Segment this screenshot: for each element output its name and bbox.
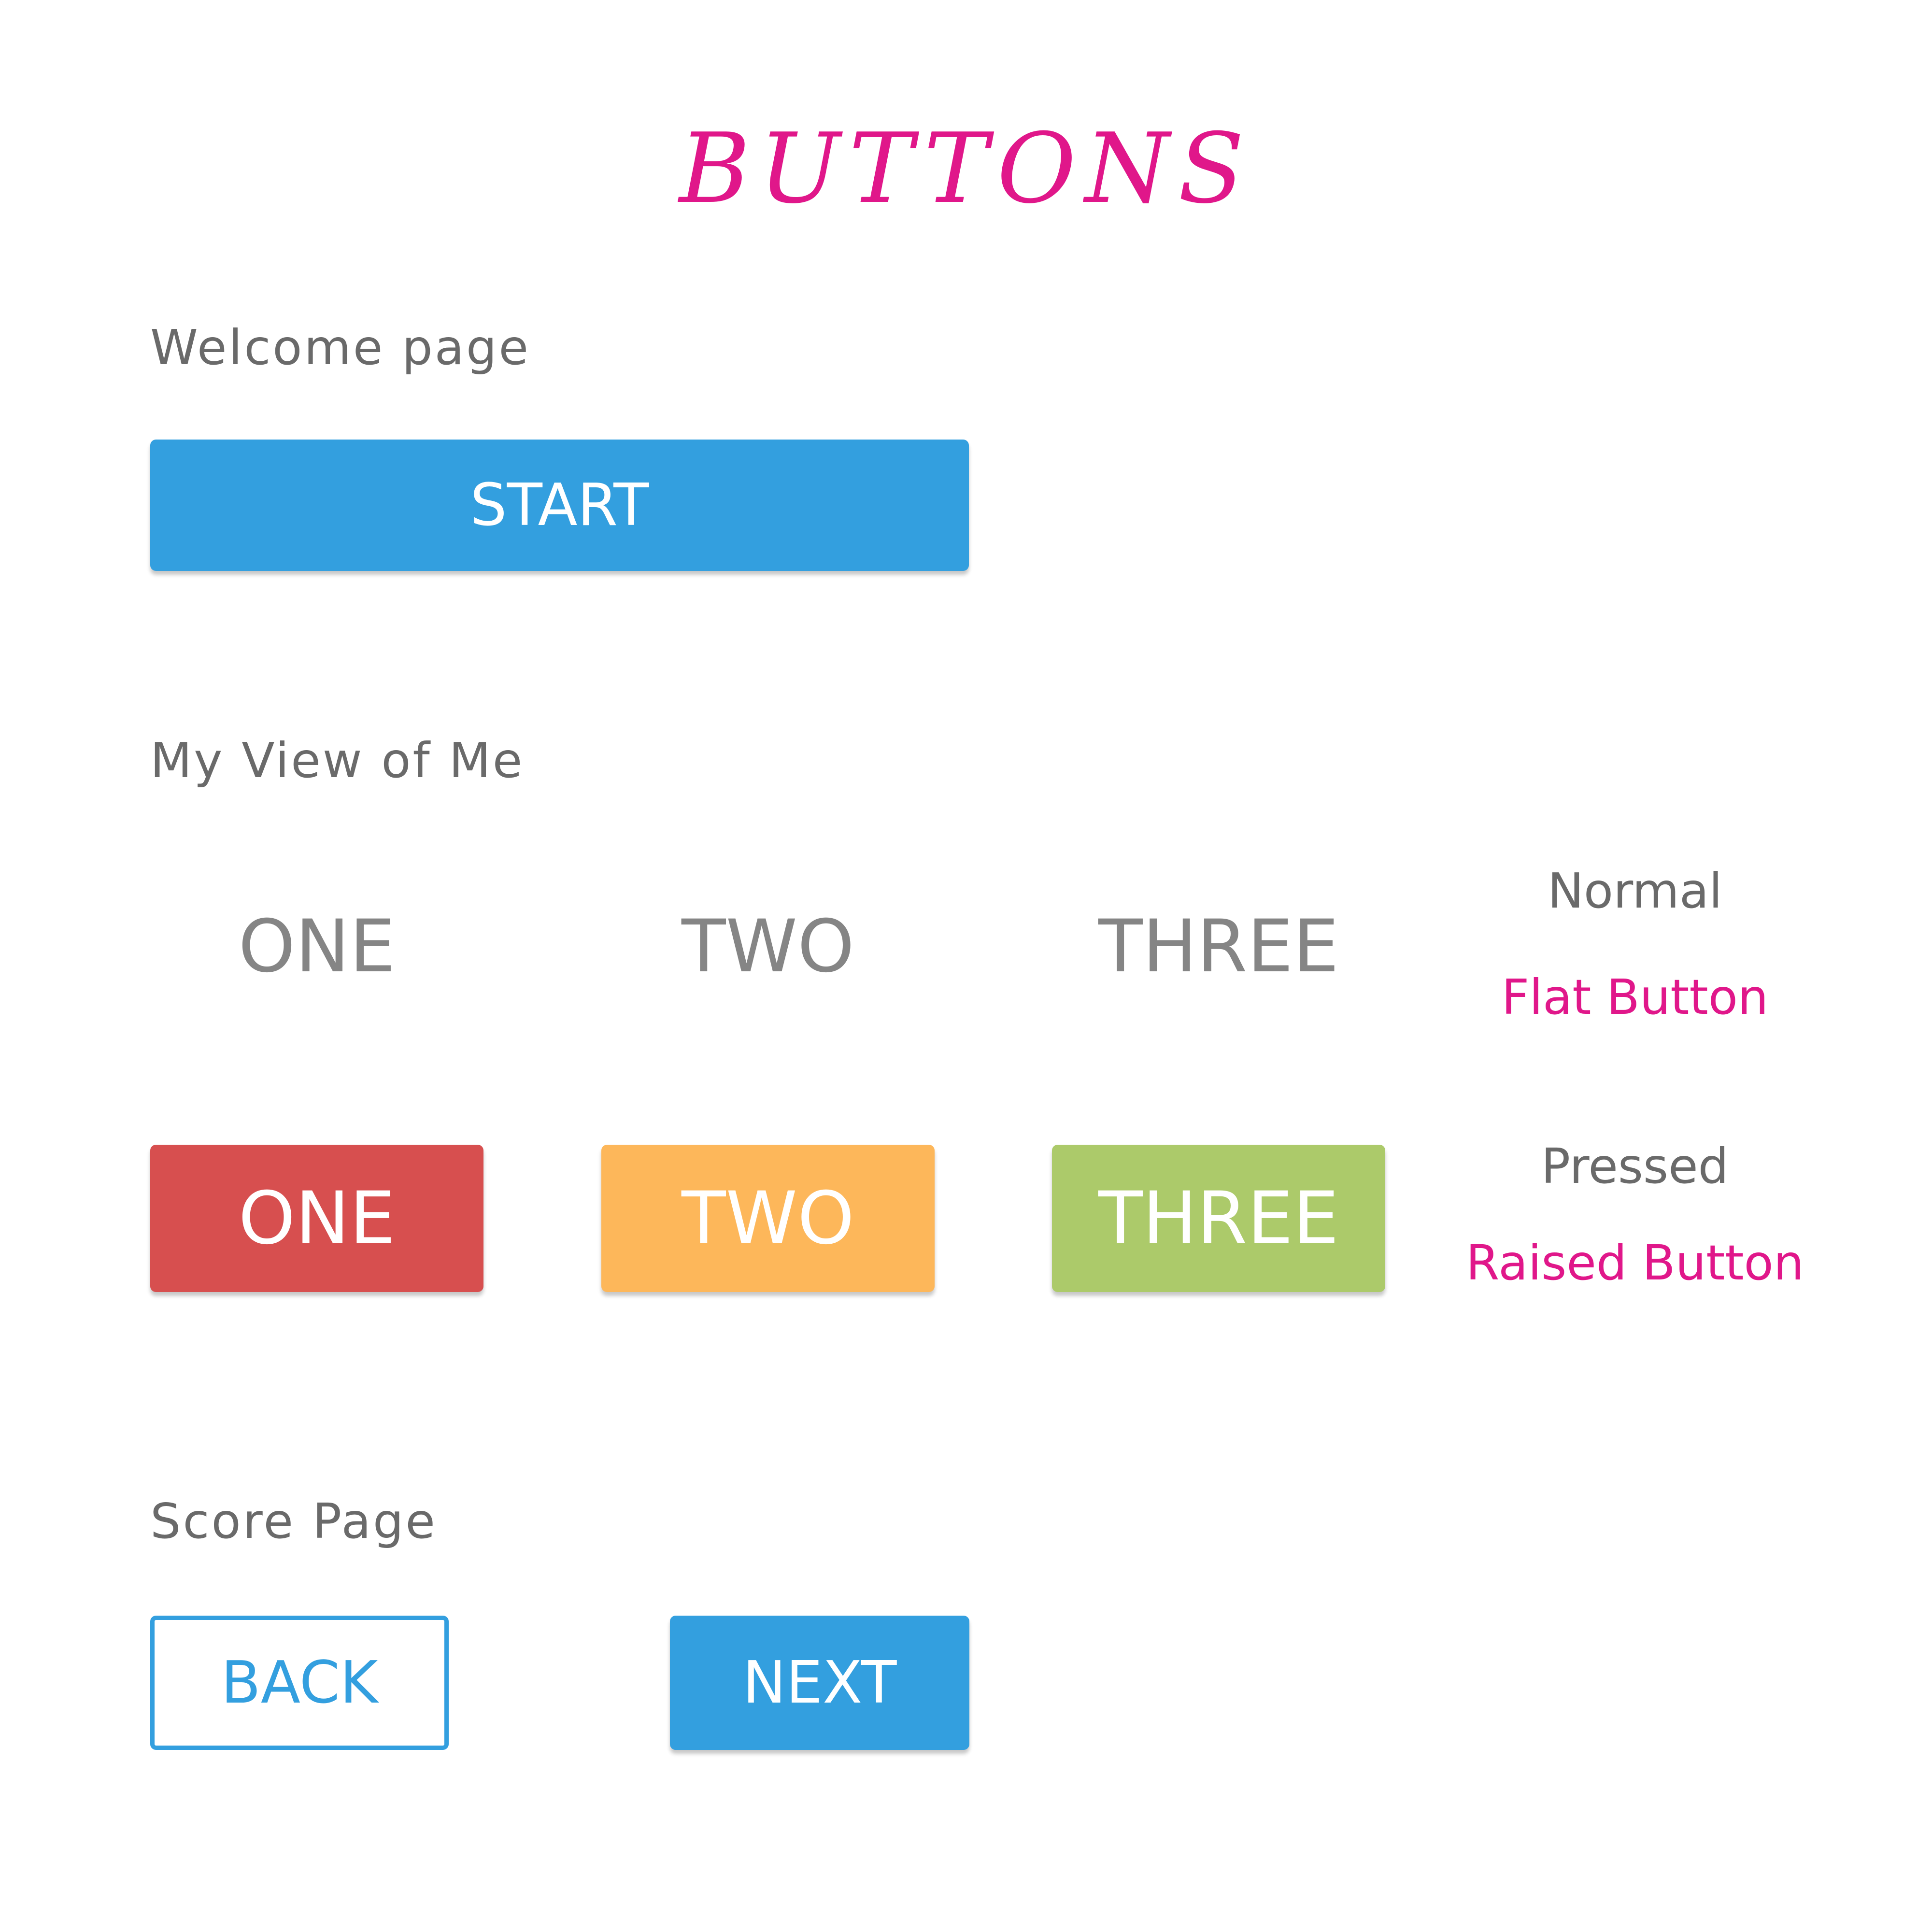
flat-button-one[interactable]: ONE — [150, 898, 483, 995]
raised-button-two[interactable]: TWO — [601, 1145, 935, 1292]
section-label-welcome: Welcome page — [150, 319, 530, 376]
section-label-score: Score Page — [150, 1493, 437, 1549]
start-button[interactable]: START — [150, 440, 969, 571]
legend-normal-state: Normal — [1548, 863, 1722, 919]
legend-flat-button: Flat Button — [1501, 969, 1769, 1025]
flat-button-three[interactable]: THREE — [1052, 898, 1385, 995]
raised-button-three[interactable]: THREE — [1052, 1145, 1385, 1292]
legend-raised-button: Raised Button — [1465, 1235, 1804, 1291]
section-label-my-view: My View of Me — [150, 732, 525, 789]
next-button[interactable]: NEXT — [670, 1616, 969, 1750]
back-button[interactable]: BACK — [150, 1616, 449, 1750]
flat-button-two[interactable]: TWO — [601, 898, 935, 995]
page-title: BUTTONS — [679, 113, 1253, 225]
raised-button-one[interactable]: ONE — [150, 1145, 483, 1292]
legend-pressed-state: Pressed — [1541, 1138, 1729, 1194]
